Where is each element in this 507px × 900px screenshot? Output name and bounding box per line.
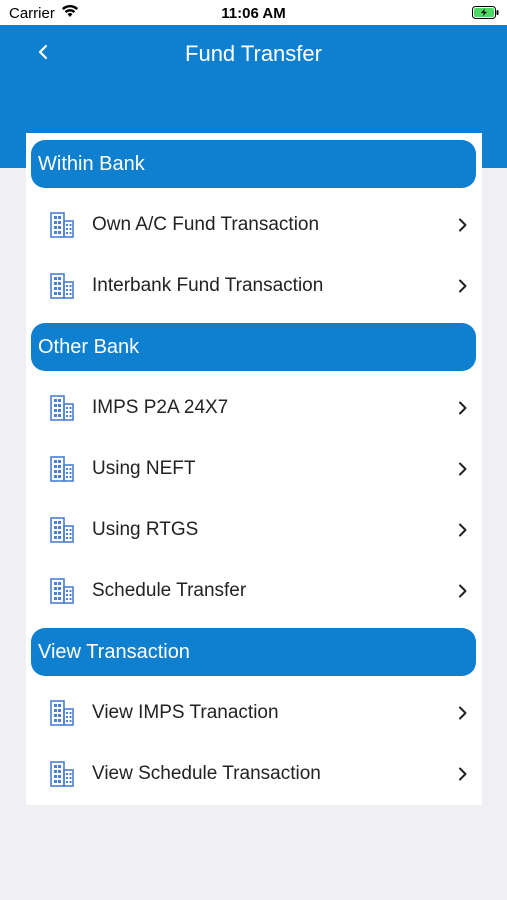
building-icon — [50, 761, 74, 792]
menu-item-label: View Schedule Transaction — [92, 763, 321, 784]
chevron-right-icon — [457, 279, 469, 298]
menu-item-label: Own A/C Fund Transaction — [92, 214, 320, 235]
page-title: Fund Transfer — [185, 41, 322, 66]
menu-item-label: Using NEFT — [92, 458, 196, 479]
menu-item-using-rtgs[interactable]: Using RTGS — [26, 499, 482, 560]
chevron-right-icon — [457, 218, 469, 237]
building-icon — [50, 212, 74, 243]
building-icon — [50, 700, 74, 731]
menu-item-label: View IMPS Tranaction — [92, 702, 279, 723]
status-time: 11:06 AM — [221, 5, 286, 22]
building-icon — [50, 578, 74, 609]
chevron-right-icon — [457, 706, 469, 725]
section-header-other-bank: Other Bank — [31, 323, 476, 371]
building-icon — [50, 517, 74, 548]
menu-item-label: Interbank Fund Transaction — [92, 275, 324, 296]
menu-item-interbank-fund-transaction[interactable]: Interbank Fund Transaction — [26, 255, 482, 316]
menu-item-view-imps-transaction[interactable]: View IMPS Tranaction — [26, 682, 482, 743]
menu-item-imps-p2a[interactable]: IMPS P2A 24X7 — [26, 377, 482, 438]
chevron-right-icon — [457, 462, 469, 481]
chevron-right-icon — [457, 523, 469, 542]
building-icon — [50, 456, 74, 487]
building-icon — [50, 273, 74, 304]
building-icon — [50, 395, 74, 426]
chevron-right-icon — [457, 767, 469, 786]
menu-item-view-schedule-transaction[interactable]: View Schedule Transaction — [26, 743, 482, 804]
menu-item-label: IMPS P2A 24X7 — [92, 397, 229, 418]
section-header-within-bank: Within Bank — [31, 140, 476, 188]
menu-item-label: Schedule Transfer — [92, 580, 247, 601]
status-bar: Carrier 11:06 AM — [0, 0, 507, 25]
battery-charging-icon — [472, 6, 499, 24]
menu-item-using-neft[interactable]: Using NEFT — [26, 438, 482, 499]
chevron-right-icon — [457, 401, 469, 420]
menu-item-own-ac-fund-transaction[interactable]: Own A/C Fund Transaction — [26, 194, 482, 255]
chevron-right-icon — [457, 584, 469, 603]
menu-item-label: Using RTGS — [92, 519, 199, 540]
menu-card: Within Bank Own A/C Fund Transaction Int… — [26, 133, 482, 805]
menu-item-schedule-transfer[interactable]: Schedule Transfer — [26, 560, 482, 621]
section-header-view-transaction: View Transaction — [31, 628, 476, 676]
